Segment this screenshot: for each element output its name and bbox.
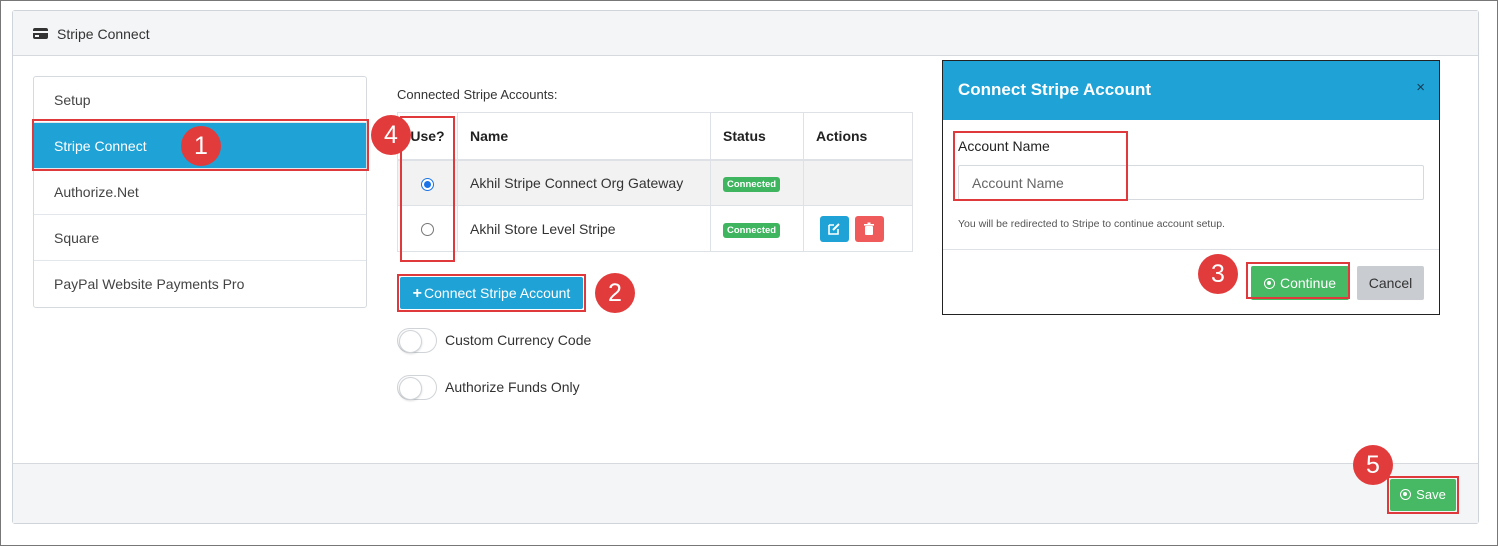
table-row: Akhil Store Level Stripe Connected [397, 205, 913, 252]
callout-badge-5: 5 [1353, 445, 1393, 485]
actions-cell [803, 159, 913, 206]
callout-badge-3: 3 [1198, 254, 1238, 294]
panel-header: Stripe Connect [13, 11, 1478, 56]
modal-divider [943, 249, 1439, 250]
table-row: Akhil Stripe Connect Org Gateway Connect… [397, 159, 913, 206]
actions-cell [803, 205, 913, 252]
sidebar-item-square[interactable]: Square [34, 215, 366, 261]
modal-title: Connect Stripe Account [958, 80, 1151, 99]
use-account-radio[interactable] [421, 177, 434, 191]
column-header-status: Status [710, 112, 804, 161]
custom-currency-code-toggle[interactable] [397, 327, 437, 353]
edit-account-button[interactable] [820, 215, 849, 242]
callout-badge-1: 1 [181, 126, 221, 166]
sidebar-item-paypal-website-payments-pro[interactable]: PayPal Website Payments Pro [34, 261, 366, 307]
sidebar-item-setup[interactable]: Setup [34, 77, 366, 123]
payment-gateway-sidebar: Setup Stripe Connect Authorize.Net Squar… [33, 76, 367, 308]
connected-accounts-table: Use? Name Status Actions Akhil Stripe Co… [397, 112, 913, 252]
cancel-button[interactable]: Cancel [1357, 266, 1424, 300]
modal-header: Connect Stripe Account × [943, 61, 1439, 120]
table-header-row: Use? Name Status Actions [397, 112, 913, 161]
save-button[interactable]: Save [1390, 479, 1456, 511]
use-account-radio[interactable] [421, 223, 434, 237]
account-name: Akhil Stripe Connect Org Gateway [457, 159, 711, 206]
panel-title: Stripe Connect [57, 26, 150, 42]
column-header-actions: Actions [803, 112, 913, 161]
account-name-label: Account Name [958, 138, 1050, 154]
credit-card-icon [33, 28, 48, 39]
authorize-funds-only-toggle[interactable] [397, 374, 437, 400]
close-icon[interactable]: × [1416, 79, 1425, 96]
account-name-input[interactable] [958, 165, 1424, 200]
authorize-funds-only-row: Authorize Funds Only [397, 374, 580, 400]
status-badge: Connected [723, 222, 781, 238]
trash-icon [864, 222, 874, 235]
callout-badge-2: 2 [595, 273, 635, 313]
sidebar-item-authorize-net[interactable]: Authorize.Net [34, 169, 366, 215]
connect-stripe-account-button[interactable]: + Connect Stripe Account [400, 277, 583, 309]
continue-button[interactable]: Continue [1251, 266, 1349, 300]
custom-currency-code-row: Custom Currency Code [397, 327, 591, 353]
connect-stripe-account-modal: Connect Stripe Account × Account Name Yo… [942, 60, 1440, 315]
callout-badge-4: 4 [371, 115, 411, 155]
panel-footer [13, 463, 1478, 523]
edit-icon [828, 222, 840, 235]
status-badge: Connected [723, 176, 781, 192]
redirect-help-text: You will be redirected to Stripe to cont… [958, 218, 1225, 230]
column-header-name: Name [457, 112, 711, 161]
plus-icon: + [412, 285, 423, 302]
account-name: Akhil Store Level Stripe [457, 205, 711, 252]
connected-accounts-label: Connected Stripe Accounts: [397, 87, 558, 102]
dot-circle-icon [1400, 489, 1412, 500]
dot-circle-icon [1263, 278, 1275, 289]
toggle-label: Authorize Funds Only [445, 379, 580, 395]
toggle-label: Custom Currency Code [445, 332, 592, 348]
delete-account-button[interactable] [855, 215, 884, 242]
